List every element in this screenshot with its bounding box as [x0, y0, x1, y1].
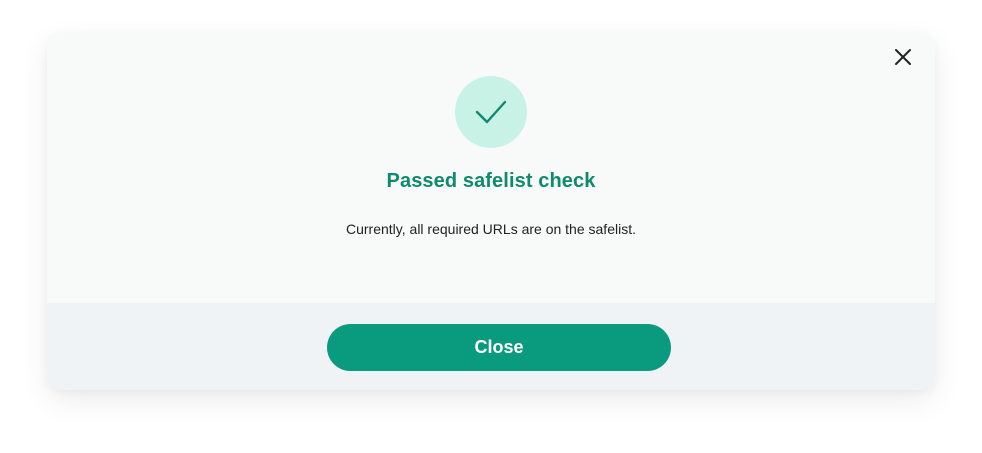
close-icon — [895, 49, 911, 65]
dialog-message: Currently, all required URLs are on the … — [346, 221, 636, 237]
close-button[interactable]: Close — [327, 324, 671, 371]
safelist-result-dialog: Passed safelist check Currently, all req… — [47, 33, 935, 390]
dialog-title: Passed safelist check — [386, 170, 596, 192]
dialog-footer: Close — [47, 303, 935, 390]
checkmark-icon — [475, 100, 507, 124]
page-backdrop: Passed safelist check Currently, all req… — [0, 0, 982, 453]
dialog-body: Passed safelist check Currently, all req… — [47, 33, 935, 303]
success-status-badge — [455, 76, 527, 148]
close-dialog-button[interactable] — [889, 43, 917, 71]
